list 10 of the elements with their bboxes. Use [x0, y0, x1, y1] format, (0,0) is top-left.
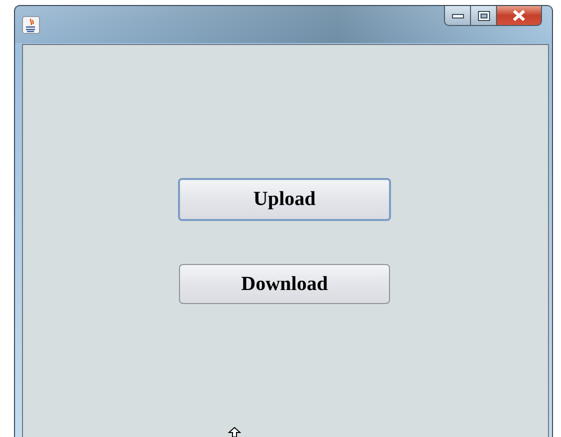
- upload-button[interactable]: Upload: [178, 178, 391, 221]
- minimize-icon: [452, 12, 464, 18]
- coffee-cup-icon: [22, 16, 40, 34]
- download-button[interactable]: Download: [179, 264, 390, 304]
- close-icon: [512, 10, 526, 21]
- maximize-icon: [478, 10, 490, 20]
- maximize-button[interactable]: [471, 6, 497, 26]
- mouse-cursor-icon: [228, 427, 241, 437]
- close-button[interactable]: [497, 6, 542, 26]
- minimize-button[interactable]: [444, 6, 471, 26]
